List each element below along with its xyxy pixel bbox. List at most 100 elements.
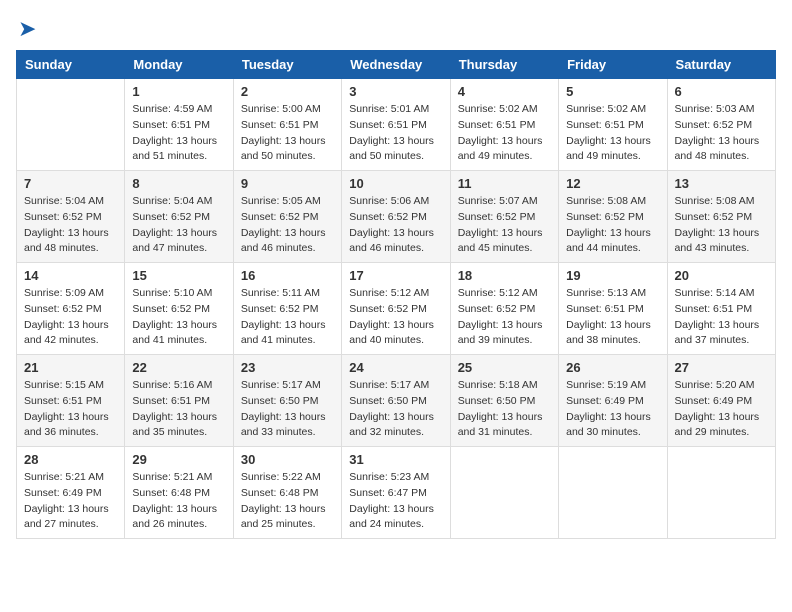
calendar-day-cell: 2 Sunrise: 5:00 AM Sunset: 6:51 PM Dayli…	[233, 79, 341, 171]
sunset-text: Sunset: 6:51 PM	[349, 119, 427, 131]
logo: ➤	[16, 16, 36, 42]
calendar-day-cell: 29 Sunrise: 5:21 AM Sunset: 6:48 PM Dayl…	[125, 447, 233, 539]
calendar-day-cell: 27 Sunrise: 5:20 AM Sunset: 6:49 PM Dayl…	[667, 355, 775, 447]
daylight-text: Daylight: 13 hours and 24 minutes.	[349, 503, 434, 531]
sunset-text: Sunset: 6:52 PM	[241, 211, 319, 223]
calendar-week-row: 28 Sunrise: 5:21 AM Sunset: 6:49 PM Dayl…	[17, 447, 776, 539]
sunrise-text: Sunrise: 5:11 AM	[241, 287, 320, 299]
weekday-header-cell: Thursday	[450, 51, 558, 79]
calendar-day-cell: 1 Sunrise: 4:59 AM Sunset: 6:51 PM Dayli…	[125, 79, 233, 171]
sunrise-text: Sunrise: 5:19 AM	[566, 379, 646, 391]
calendar-day-cell	[450, 447, 558, 539]
day-number: 19	[566, 268, 659, 283]
calendar-day-cell: 23 Sunrise: 5:17 AM Sunset: 6:50 PM Dayl…	[233, 355, 341, 447]
sunset-text: Sunset: 6:48 PM	[132, 487, 210, 499]
daylight-text: Daylight: 13 hours and 48 minutes.	[675, 135, 760, 163]
weekday-header-cell: Tuesday	[233, 51, 341, 79]
day-number: 17	[349, 268, 442, 283]
daylight-text: Daylight: 13 hours and 36 minutes.	[24, 411, 109, 439]
calendar-day-cell: 9 Sunrise: 5:05 AM Sunset: 6:52 PM Dayli…	[233, 171, 341, 263]
sunset-text: Sunset: 6:52 PM	[566, 211, 644, 223]
day-info: Sunrise: 5:06 AM Sunset: 6:52 PM Dayligh…	[349, 194, 442, 257]
sunrise-text: Sunrise: 5:10 AM	[132, 287, 212, 299]
day-info: Sunrise: 5:21 AM Sunset: 6:48 PM Dayligh…	[132, 470, 225, 533]
sunset-text: Sunset: 6:51 PM	[566, 119, 644, 131]
daylight-text: Daylight: 13 hours and 39 minutes.	[458, 319, 543, 347]
daylight-text: Daylight: 13 hours and 46 minutes.	[349, 227, 434, 255]
sunrise-text: Sunrise: 5:04 AM	[24, 195, 104, 207]
sunrise-text: Sunrise: 5:09 AM	[24, 287, 104, 299]
sunrise-text: Sunrise: 5:12 AM	[349, 287, 429, 299]
daylight-text: Daylight: 13 hours and 38 minutes.	[566, 319, 651, 347]
day-info: Sunrise: 5:11 AM Sunset: 6:52 PM Dayligh…	[241, 286, 334, 349]
calendar-day-cell: 20 Sunrise: 5:14 AM Sunset: 6:51 PM Dayl…	[667, 263, 775, 355]
day-number: 13	[675, 176, 768, 191]
day-info: Sunrise: 5:18 AM Sunset: 6:50 PM Dayligh…	[458, 378, 551, 441]
day-info: Sunrise: 5:08 AM Sunset: 6:52 PM Dayligh…	[566, 194, 659, 257]
sunset-text: Sunset: 6:49 PM	[24, 487, 102, 499]
day-number: 29	[132, 452, 225, 467]
sunset-text: Sunset: 6:51 PM	[132, 395, 210, 407]
day-info: Sunrise: 5:02 AM Sunset: 6:51 PM Dayligh…	[566, 102, 659, 165]
daylight-text: Daylight: 13 hours and 26 minutes.	[132, 503, 217, 531]
day-number: 15	[132, 268, 225, 283]
calendar-body: 1 Sunrise: 4:59 AM Sunset: 6:51 PM Dayli…	[17, 79, 776, 539]
day-info: Sunrise: 4:59 AM Sunset: 6:51 PM Dayligh…	[132, 102, 225, 165]
sunset-text: Sunset: 6:51 PM	[458, 119, 536, 131]
daylight-text: Daylight: 13 hours and 31 minutes.	[458, 411, 543, 439]
calendar-day-cell: 17 Sunrise: 5:12 AM Sunset: 6:52 PM Dayl…	[342, 263, 450, 355]
day-number: 2	[241, 84, 334, 99]
logo-bird-icon: ➤	[18, 16, 36, 42]
day-number: 28	[24, 452, 117, 467]
daylight-text: Daylight: 13 hours and 49 minutes.	[566, 135, 651, 163]
calendar-day-cell: 24 Sunrise: 5:17 AM Sunset: 6:50 PM Dayl…	[342, 355, 450, 447]
day-info: Sunrise: 5:20 AM Sunset: 6:49 PM Dayligh…	[675, 378, 768, 441]
sunrise-text: Sunrise: 5:23 AM	[349, 471, 429, 483]
day-number: 6	[675, 84, 768, 99]
day-number: 22	[132, 360, 225, 375]
sunset-text: Sunset: 6:51 PM	[24, 395, 102, 407]
day-number: 10	[349, 176, 442, 191]
day-number: 30	[241, 452, 334, 467]
sunrise-text: Sunrise: 5:04 AM	[132, 195, 212, 207]
weekday-header-cell: Saturday	[667, 51, 775, 79]
sunset-text: Sunset: 6:47 PM	[349, 487, 427, 499]
sunset-text: Sunset: 6:52 PM	[241, 303, 319, 315]
sunrise-text: Sunrise: 5:15 AM	[24, 379, 104, 391]
calendar-day-cell: 6 Sunrise: 5:03 AM Sunset: 6:52 PM Dayli…	[667, 79, 775, 171]
sunrise-text: Sunrise: 5:00 AM	[241, 103, 321, 115]
daylight-text: Daylight: 13 hours and 41 minutes.	[132, 319, 217, 347]
calendar-day-cell	[667, 447, 775, 539]
day-number: 7	[24, 176, 117, 191]
weekday-header-row: SundayMondayTuesdayWednesdayThursdayFrid…	[17, 51, 776, 79]
calendar-table: SundayMondayTuesdayWednesdayThursdayFrid…	[16, 50, 776, 539]
sunrise-text: Sunrise: 5:16 AM	[132, 379, 212, 391]
day-info: Sunrise: 5:13 AM Sunset: 6:51 PM Dayligh…	[566, 286, 659, 349]
daylight-text: Daylight: 13 hours and 29 minutes.	[675, 411, 760, 439]
calendar-day-cell: 31 Sunrise: 5:23 AM Sunset: 6:47 PM Dayl…	[342, 447, 450, 539]
day-number: 31	[349, 452, 442, 467]
sunrise-text: Sunrise: 5:14 AM	[675, 287, 755, 299]
day-number: 24	[349, 360, 442, 375]
calendar-day-cell: 18 Sunrise: 5:12 AM Sunset: 6:52 PM Dayl…	[450, 263, 558, 355]
day-number: 8	[132, 176, 225, 191]
calendar-day-cell: 7 Sunrise: 5:04 AM Sunset: 6:52 PM Dayli…	[17, 171, 125, 263]
sunset-text: Sunset: 6:50 PM	[241, 395, 319, 407]
daylight-text: Daylight: 13 hours and 44 minutes.	[566, 227, 651, 255]
calendar-day-cell: 4 Sunrise: 5:02 AM Sunset: 6:51 PM Dayli…	[450, 79, 558, 171]
calendar-day-cell: 19 Sunrise: 5:13 AM Sunset: 6:51 PM Dayl…	[559, 263, 667, 355]
daylight-text: Daylight: 13 hours and 48 minutes.	[24, 227, 109, 255]
day-info: Sunrise: 5:04 AM Sunset: 6:52 PM Dayligh…	[24, 194, 117, 257]
day-info: Sunrise: 5:22 AM Sunset: 6:48 PM Dayligh…	[241, 470, 334, 533]
calendar-day-cell: 15 Sunrise: 5:10 AM Sunset: 6:52 PM Dayl…	[125, 263, 233, 355]
day-number: 1	[132, 84, 225, 99]
day-info: Sunrise: 5:05 AM Sunset: 6:52 PM Dayligh…	[241, 194, 334, 257]
day-info: Sunrise: 5:10 AM Sunset: 6:52 PM Dayligh…	[132, 286, 225, 349]
day-number: 11	[458, 176, 551, 191]
daylight-text: Daylight: 13 hours and 46 minutes.	[241, 227, 326, 255]
sunset-text: Sunset: 6:50 PM	[458, 395, 536, 407]
day-info: Sunrise: 5:21 AM Sunset: 6:49 PM Dayligh…	[24, 470, 117, 533]
calendar-week-row: 14 Sunrise: 5:09 AM Sunset: 6:52 PM Dayl…	[17, 263, 776, 355]
daylight-text: Daylight: 13 hours and 37 minutes.	[675, 319, 760, 347]
sunrise-text: Sunrise: 5:02 AM	[458, 103, 538, 115]
